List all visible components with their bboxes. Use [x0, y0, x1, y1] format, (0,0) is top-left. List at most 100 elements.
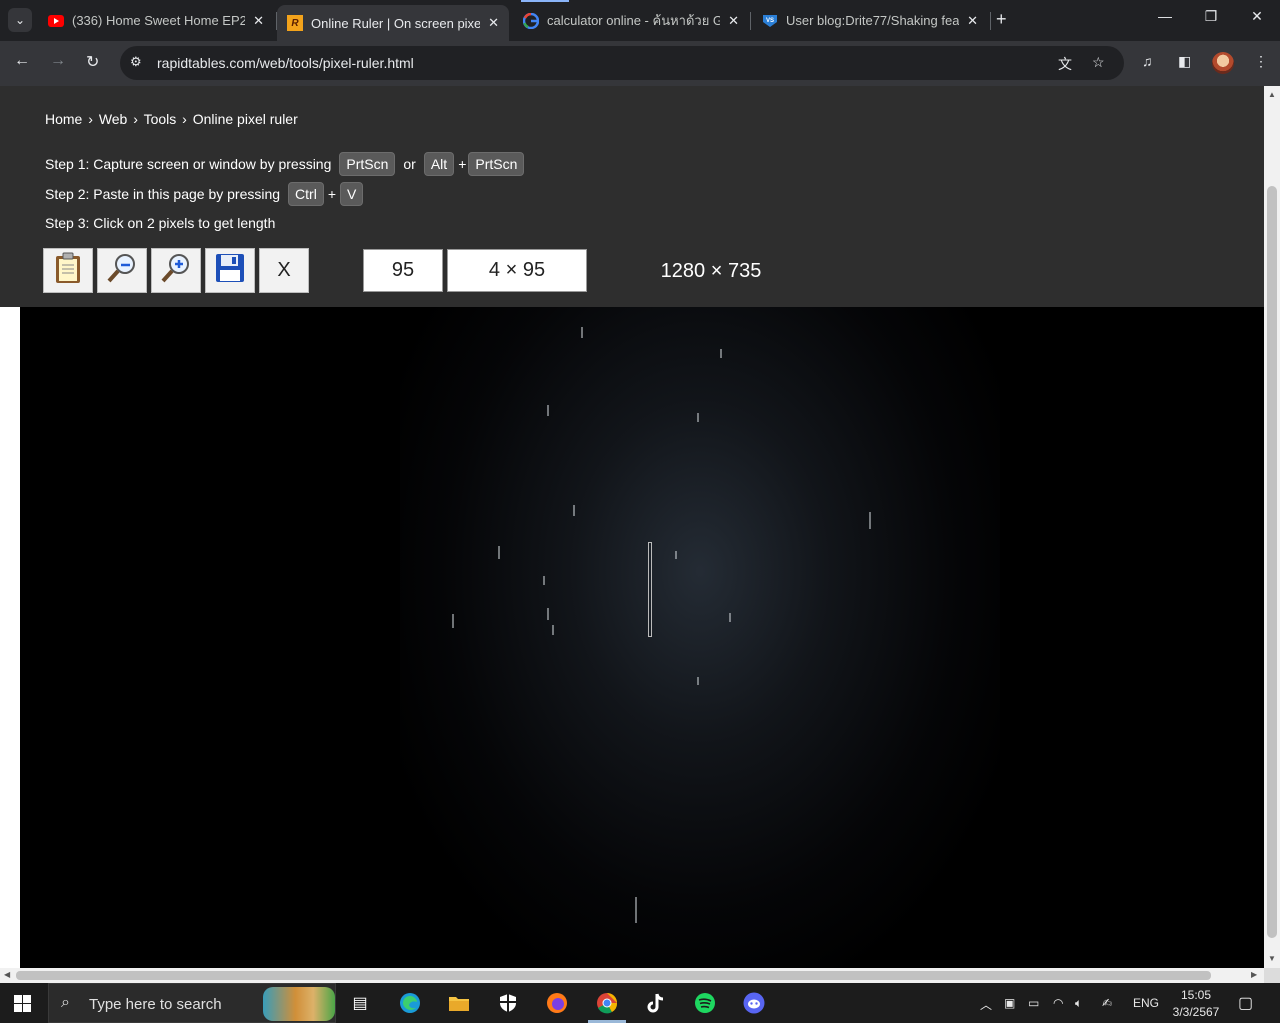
length-output: 95: [363, 249, 443, 292]
language-indicator[interactable]: ENG: [1133, 996, 1159, 1010]
tab-title: calculator online - ค้นหาด้วย Goo: [547, 13, 721, 28]
rain-streak: [573, 505, 575, 516]
url-text[interactable]: rapidtables.com/web/tools/pixel-ruler.ht…: [157, 55, 414, 71]
breadcrumb: Home › Web › Tools › Online pixel ruler: [45, 111, 300, 127]
scroll-right-arrow-icon[interactable]: ▶: [1251, 970, 1257, 979]
breadcrumb-web[interactable]: Web: [99, 111, 128, 127]
breadcrumb-home[interactable]: Home: [45, 111, 82, 127]
zoom-in-button[interactable]: [151, 248, 201, 293]
ruler-canvas[interactable]: [20, 307, 1264, 968]
site-settings-icon[interactable]: ⚙: [130, 54, 142, 70]
paste-button[interactable]: [43, 248, 93, 293]
clear-button[interactable]: X: [259, 248, 309, 293]
search-highlight-image: [263, 987, 335, 1021]
volume-icon[interactable]: 🔈︎: [1075, 996, 1082, 1011]
rain-streak: [498, 546, 500, 559]
menu-kebab-icon[interactable]: ⋮: [1254, 53, 1268, 70]
vertical-scrollbar[interactable]: ▲ ▼: [1264, 86, 1280, 968]
pen-icon[interactable]: ✍︎: [1102, 996, 1112, 1010]
floppy-disk-icon: [215, 253, 245, 288]
address-bar[interactable]: ⚙ rapidtables.com/web/tools/pixel-ruler.…: [120, 46, 1124, 80]
tab-title: (336) Home Sweet Home EP2 | A: [72, 13, 246, 28]
spotify-icon[interactable]: [692, 991, 718, 1015]
tab-pixel-ruler[interactable]: R Online Ruler | On screen pixel ru ✕: [277, 5, 509, 41]
tab-title: User blog:Drite77/Shaking feat: [786, 13, 960, 28]
file-explorer-icon[interactable]: [446, 991, 472, 1015]
rain-streak: [729, 613, 731, 622]
task-view-icon[interactable]: ▤: [347, 991, 373, 1015]
page-content: Home › Web › Tools › Online pixel ruler …: [0, 86, 1264, 968]
step-3: Step 3: Click on 2 pixels to get length: [45, 215, 275, 231]
save-button[interactable]: [205, 248, 255, 293]
minimize-icon: —: [1158, 8, 1172, 24]
zoom-out-button[interactable]: [97, 248, 147, 293]
rain-streak: [452, 614, 454, 628]
edge-icon[interactable]: [397, 991, 423, 1015]
step-1-text: Step 1: Capture screen or window by pres…: [45, 156, 332, 172]
zoom-out-icon: [106, 252, 138, 289]
minimize-button[interactable]: —: [1142, 8, 1188, 24]
chevron-down-icon: ⌄: [14, 13, 26, 27]
rain-streak: [635, 897, 637, 923]
avatar[interactable]: [1212, 52, 1234, 74]
rain-streak: [720, 349, 722, 358]
chevron-up-icon[interactable]: ︿: [980, 996, 992, 1013]
close-icon[interactable]: ✕: [253, 13, 264, 29]
image-dimensions: 1280 × 735: [660, 260, 762, 282]
zoom-in-icon: [160, 252, 192, 289]
close-icon[interactable]: ✕: [488, 15, 499, 31]
display-icon[interactable]: ▭: [1028, 996, 1039, 1010]
windows-start-icon[interactable]: [14, 995, 31, 1012]
clock-date: 3/3/2567: [1172, 1005, 1220, 1019]
tab-google-calculator[interactable]: calculator online - ค้นหาด้วย Goo ✕: [513, 5, 749, 36]
taskbar-search-box[interactable]: ⌕ Type here to search: [48, 983, 336, 1023]
scroll-up-arrow-icon[interactable]: ▲: [1268, 90, 1276, 99]
security-shield-icon[interactable]: [495, 991, 521, 1015]
breadcrumb-separator: ›: [182, 111, 187, 127]
close-window-button[interactable]: ✕: [1234, 8, 1280, 25]
media-control-icon[interactable]: ♫: [1142, 53, 1153, 69]
discord-icon[interactable]: [741, 991, 767, 1015]
back-button[interactable]: ←: [14, 52, 30, 70]
forward-button[interactable]: →: [50, 52, 66, 70]
translate-icon[interactable]: 文: [1058, 54, 1072, 74]
breadcrumb-separator: ›: [88, 111, 93, 127]
tab-youtube[interactable]: (336) Home Sweet Home EP2 | A ✕: [38, 5, 274, 36]
reload-button[interactable]: ↻: [86, 52, 99, 72]
notification-icon[interactable]: ▢: [1238, 993, 1253, 1013]
breadcrumb-tools[interactable]: Tools: [144, 111, 177, 127]
rain-streak: [697, 677, 699, 685]
tab-loading-indicator: [521, 0, 569, 2]
rain-streak: [581, 327, 583, 338]
horizontal-scrollbar[interactable]: ◀ ▶: [0, 968, 1264, 983]
vertical-scroll-thumb[interactable]: [1267, 186, 1277, 938]
close-icon[interactable]: ✕: [967, 13, 978, 29]
scroll-left-arrow-icon[interactable]: ◀: [4, 970, 10, 979]
step-1-or: or: [403, 156, 416, 172]
close-icon[interactable]: ✕: [728, 13, 739, 29]
tab-search-button[interactable]: ⌄: [8, 8, 32, 32]
network-icon[interactable]: ◠: [1053, 996, 1063, 1010]
chrome-icon[interactable]: [588, 991, 626, 1023]
scroll-down-arrow-icon[interactable]: ▼: [1268, 954, 1276, 963]
search-icon: ⌕: [61, 994, 70, 1011]
tab-fandom-blog[interactable]: VS User blog:Drite77/Shaking feat ✕: [752, 5, 988, 36]
side-panel-icon[interactable]: ◧: [1178, 53, 1191, 70]
restore-button[interactable]: ❐: [1188, 8, 1234, 25]
key-alt: Alt: [423, 152, 455, 176]
bookmark-star-icon[interactable]: ☆: [1092, 54, 1105, 71]
new-tab-button[interactable]: +: [996, 9, 1007, 30]
key-prtscn: PrtScn: [468, 152, 525, 176]
tiktok-icon[interactable]: [643, 991, 669, 1015]
close-icon: ✕: [1251, 8, 1263, 24]
arrow-left-icon: ←: [14, 52, 30, 69]
rain-streak: [547, 608, 549, 620]
meet-now-icon[interactable]: ▣: [1004, 996, 1015, 1010]
breadcrumb-separator: ›: [133, 111, 138, 127]
reload-icon: ↻: [86, 54, 100, 71]
clock[interactable]: 15:05 3/3/2567: [1168, 987, 1224, 1021]
horizontal-scroll-thumb[interactable]: [16, 971, 1211, 980]
firefox-icon[interactable]: [544, 991, 570, 1015]
ruler-measurement-marker: [648, 542, 652, 637]
size-output: 4 × 95: [447, 249, 587, 292]
